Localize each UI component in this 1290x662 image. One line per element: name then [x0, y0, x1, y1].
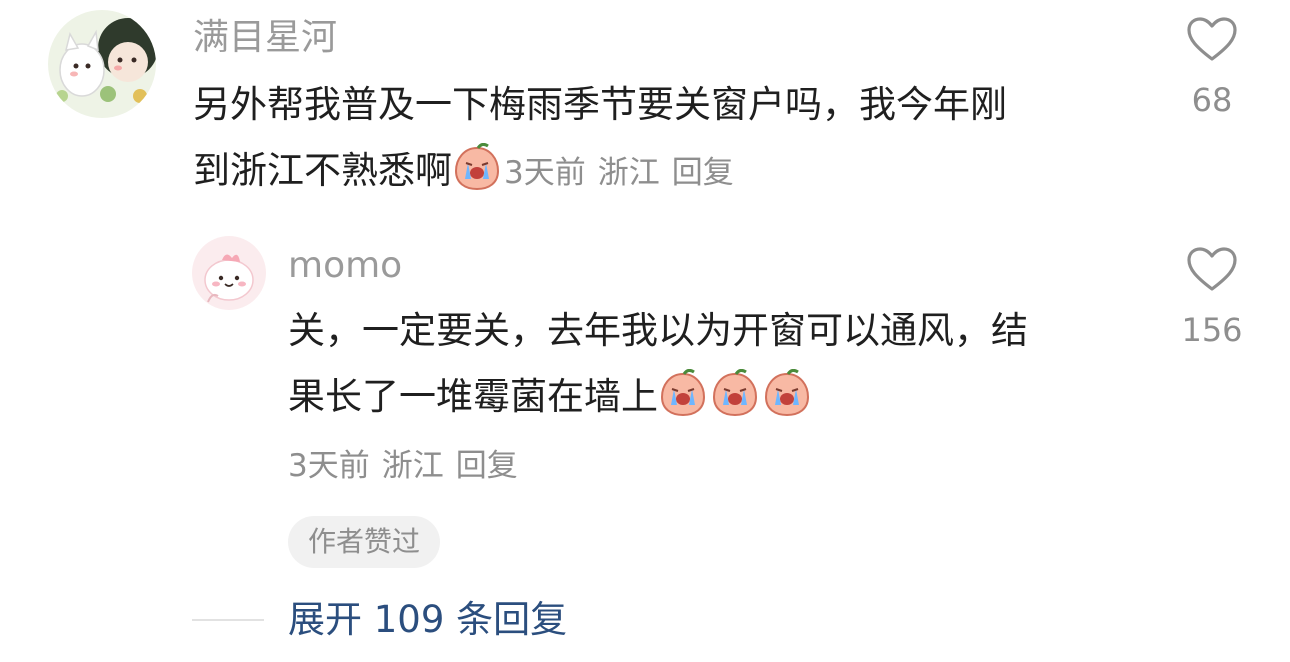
reply-button[interactable]: 回复: [456, 448, 518, 484]
avatar[interactable]: [48, 10, 156, 118]
crying-emoji-icon: [762, 368, 812, 419]
comment-text: 另外帮我普及一下梅雨季节要关窗户吗，我今年刚 到浙江不熟悉啊 3天前 浙江 回复: [193, 72, 1153, 206]
divider: [192, 619, 264, 621]
comment-time: 3天前: [288, 448, 370, 484]
comment-username[interactable]: momo: [288, 244, 402, 288]
comment-thread: 满目星河 另外帮我普及一下梅雨季节要关窗户吗，我今年刚 到浙江不熟悉啊 3天前浙…: [0, 0, 1290, 662]
comment-meta: 3天前 浙江 回复: [504, 155, 746, 191]
comment-username[interactable]: 满目星河: [193, 16, 337, 60]
comment-text: 关，一定要关，去年我以为开窗可以通风，结 果长了一堆霉菌在墙上: [288, 298, 1168, 430]
comment-text-line: 果长了一堆霉菌在墙上: [288, 364, 1168, 430]
comment-location: 浙江: [381, 448, 444, 484]
like-widget: 156: [1172, 246, 1252, 350]
avatar[interactable]: [192, 236, 266, 310]
heart-icon[interactable]: [1186, 16, 1238, 62]
expand-replies-button[interactable]: 展开 109 条回复: [288, 596, 567, 644]
comment-time: 3天前: [504, 155, 586, 191]
crying-emoji-icon: [710, 368, 760, 419]
crying-emoji-icon: [452, 142, 502, 193]
comment-text-line: 到浙江不熟悉啊 3天前 浙江 回复: [193, 138, 1153, 206]
heart-icon[interactable]: [1186, 246, 1238, 292]
comment-text-line: 另外帮我普及一下梅雨季节要关窗户吗，我今年刚: [193, 83, 1007, 126]
comment-meta: 3天前 浙江 回复: [288, 446, 530, 486]
comment-text-tail: 果长了一堆霉菌在墙上: [288, 375, 658, 418]
comment-text-line: 关，一定要关，去年我以为开窗可以通风，结: [288, 309, 1028, 352]
like-widget: 68: [1172, 16, 1252, 120]
like-count: 156: [1181, 311, 1243, 349]
like-count: 68: [1191, 81, 1233, 119]
crying-emoji-icon: [658, 368, 708, 419]
comment-text-tail: 到浙江不熟悉啊: [193, 149, 452, 192]
reply-button[interactable]: 回复: [672, 155, 734, 191]
comment-location: 浙江: [597, 155, 660, 191]
author-liked-badge: 作者赞过: [288, 516, 441, 568]
